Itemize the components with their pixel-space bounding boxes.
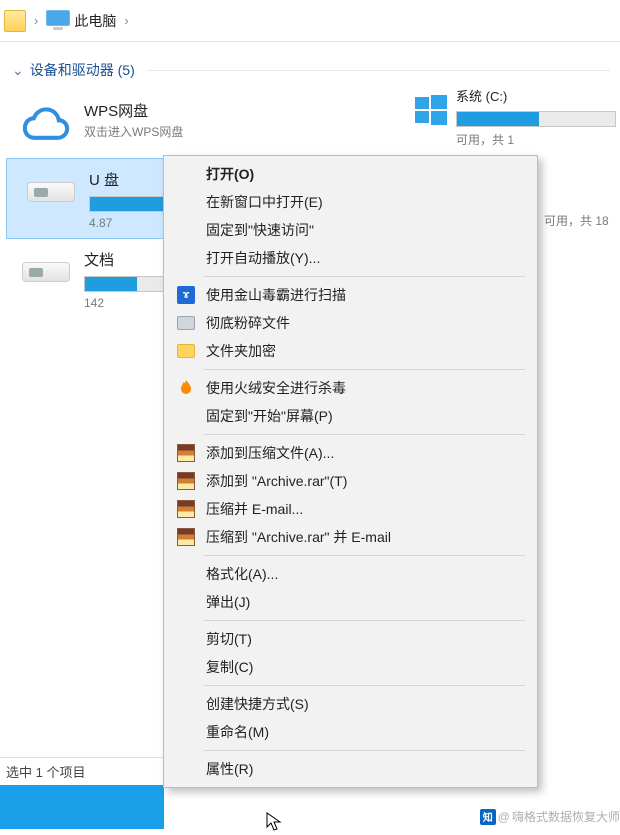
menu-rar-email-named[interactable]: 压缩到 "Archive.rar" 并 E-mail [166, 523, 535, 551]
menu-separator [204, 276, 525, 277]
menu-eject[interactable]: 弹出(J) [166, 588, 535, 616]
drive-title: 系统 (C:) [456, 86, 616, 105]
drive-free-text: 可用，共 18 [544, 212, 609, 229]
menu-rar-email[interactable]: 压缩并 E-mail... [166, 495, 535, 523]
drive-icon [20, 256, 72, 290]
menu-pin-start[interactable]: 固定到"开始"屏幕(P) [166, 402, 535, 430]
menu-rar-add[interactable]: 添加到压缩文件(A)... [166, 439, 535, 467]
drive-wps-cloud[interactable]: WPS网盘 双击进入WPS网盘 [6, 90, 376, 158]
divider [147, 70, 610, 71]
section-devices-drives[interactable]: ⌄ 设备和驱动器 (5) [6, 54, 620, 90]
menu-separator [204, 369, 525, 370]
cloud-icon [20, 104, 72, 144]
menu-open-new-window[interactable]: 在新窗口中打开(E) [166, 188, 535, 216]
flame-icon [176, 378, 196, 398]
chevron-right-icon[interactable]: › [124, 13, 128, 28]
drive-title: WPS网盘 [84, 100, 183, 121]
rar-icon [176, 471, 196, 491]
menu-cut[interactable]: 剪切(T) [166, 625, 535, 653]
status-bar: 选中 1 个项目 [0, 757, 164, 785]
drive-free-text: 可用，共 1 [456, 131, 616, 148]
shield-icon: ɤ [176, 285, 196, 305]
menu-pin-quick-access[interactable]: 固定到"快速访问" [166, 216, 535, 244]
rar-icon [176, 443, 196, 463]
menu-separator [204, 555, 525, 556]
menu-rar-add-named[interactable]: 添加到 "Archive.rar"(T) [166, 467, 535, 495]
zhihu-icon: 知 [480, 809, 496, 825]
menu-folder-encrypt[interactable]: 文件夹加密 [166, 337, 535, 365]
menu-create-shortcut[interactable]: 创建快捷方式(S) [166, 690, 535, 718]
breadcrumb-location[interactable]: 此电脑 [74, 11, 116, 31]
watermark: 知 @嗨格式数据恢复大师 [480, 808, 620, 825]
chevron-down-icon: ⌄ [12, 62, 24, 79]
drive-icon [25, 176, 77, 210]
menu-open-autoplay[interactable]: 打开自动播放(Y)... [166, 244, 535, 272]
taskbar-fragment [0, 785, 164, 829]
rar-icon [176, 499, 196, 519]
this-pc-icon[interactable] [44, 10, 72, 32]
drive-system-c[interactable]: 系统 (C:) 可用，共 1 [406, 86, 620, 148]
shredder-icon [176, 313, 196, 333]
mouse-cursor-icon [266, 812, 282, 835]
rar-icon [176, 527, 196, 547]
menu-separator [204, 620, 525, 621]
menu-properties[interactable]: 属性(R) [166, 755, 535, 783]
lock-folder-icon [176, 341, 196, 361]
breadcrumb[interactable]: › 此电脑 › [0, 0, 620, 42]
menu-separator [204, 434, 525, 435]
menu-copy[interactable]: 复制(C) [166, 653, 535, 681]
chevron-right-icon: › [34, 13, 38, 28]
menu-kingsoft-scan[interactable]: ɤ 使用金山毒霸进行扫描 [166, 281, 535, 309]
menu-format[interactable]: 格式化(A)... [166, 560, 535, 588]
menu-separator [204, 750, 525, 751]
menu-rename[interactable]: 重命名(M) [166, 718, 535, 746]
windows-icon [406, 86, 456, 136]
home-icon[interactable] [4, 10, 26, 32]
menu-shred-file[interactable]: 彻底粉碎文件 [166, 309, 535, 337]
drive-subtitle: 双击进入WPS网盘 [84, 123, 183, 140]
usage-bar [456, 111, 616, 127]
menu-open[interactable]: 打开(O) [166, 160, 535, 188]
menu-huorong-scan[interactable]: 使用火绒安全进行杀毒 [166, 374, 535, 402]
menu-separator [204, 685, 525, 686]
context-menu: 打开(O) 在新窗口中打开(E) 固定到"快速访问" 打开自动播放(Y)... … [163, 155, 538, 788]
section-title: 设备和驱动器 (5) [30, 60, 135, 80]
